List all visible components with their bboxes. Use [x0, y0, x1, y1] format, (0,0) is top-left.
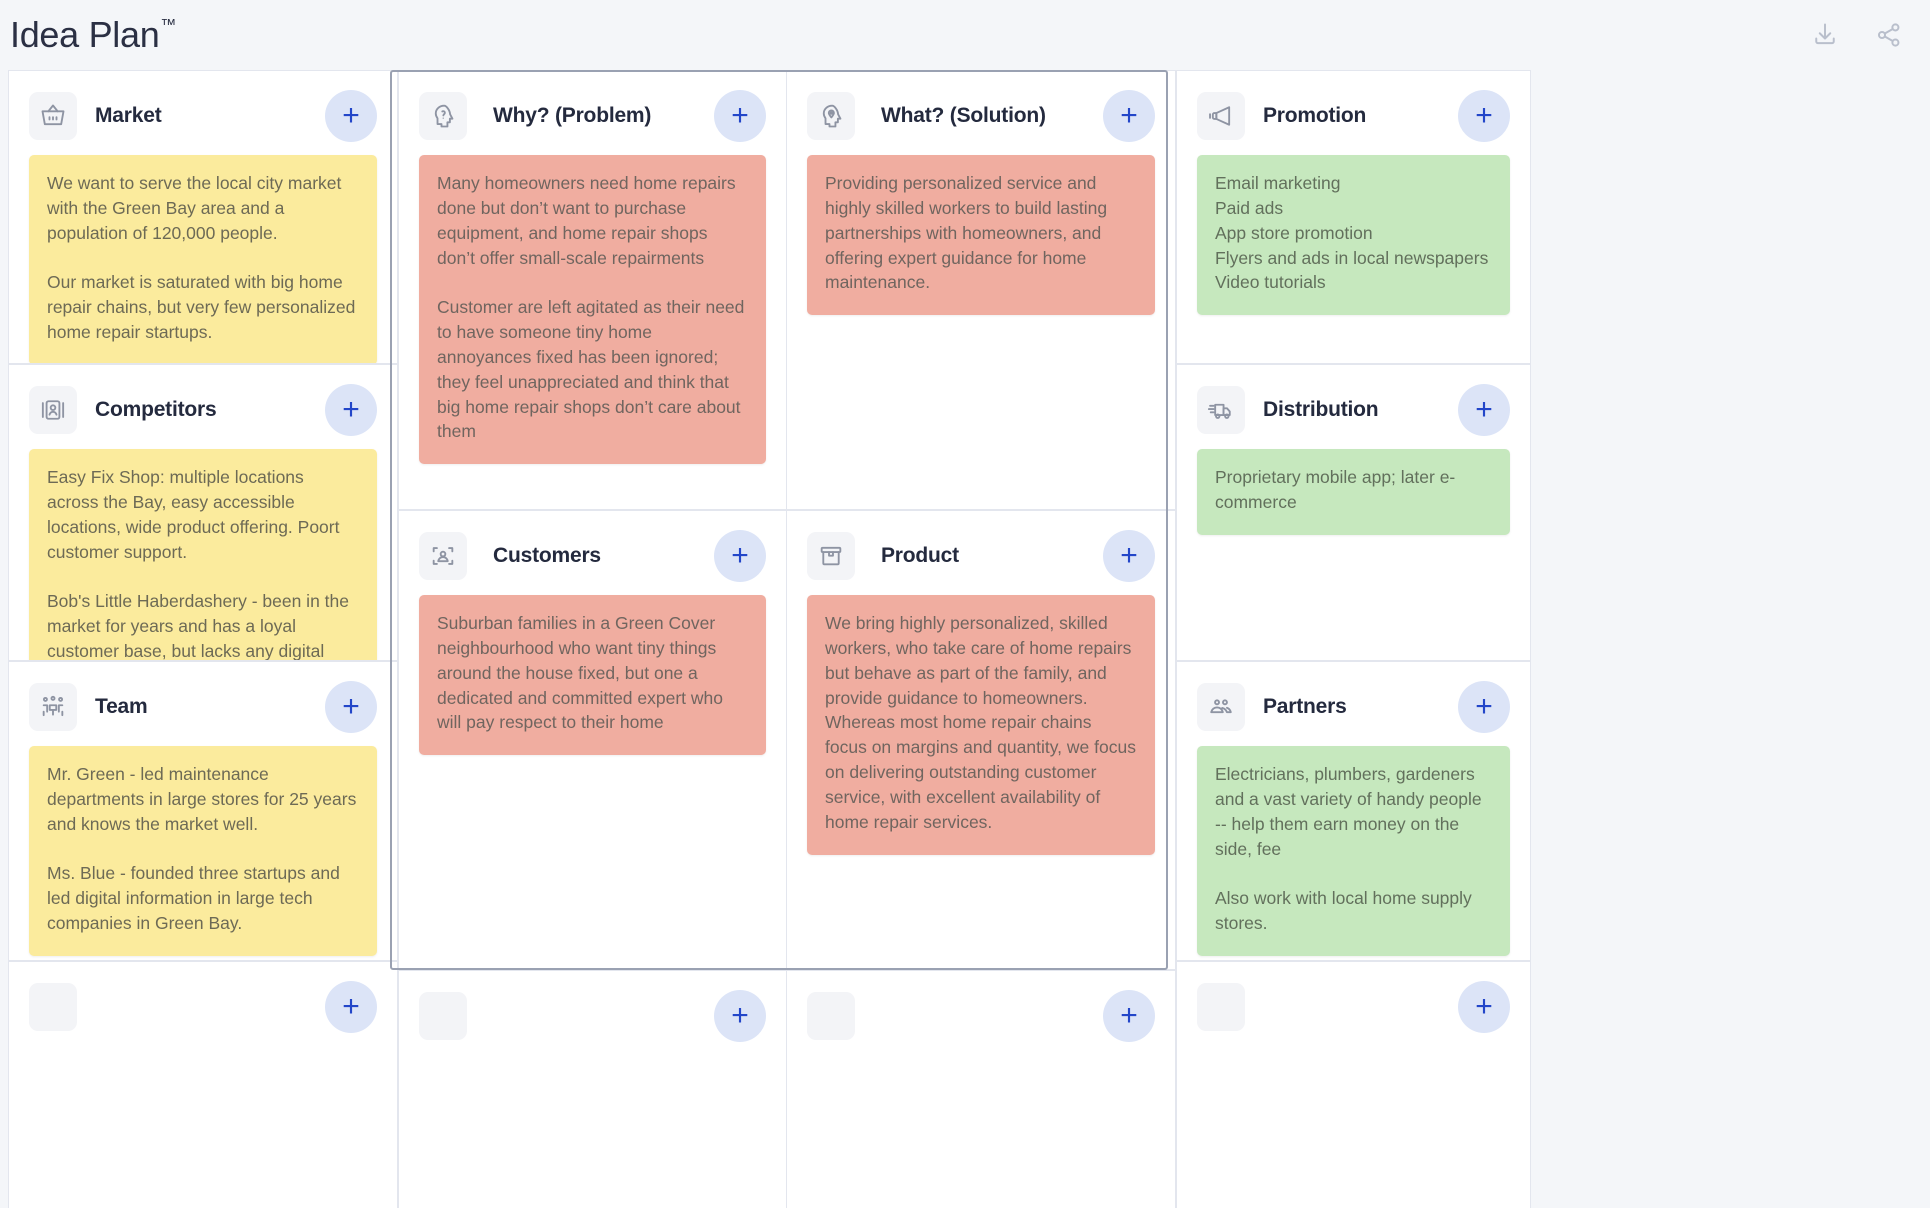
card-header: + — [807, 989, 1155, 1043]
column-go-to-market: Promotion + Email marketing Paid ads App… — [1176, 70, 1531, 1208]
card-partners[interactable]: Partners + Electricians, plumbers, garde… — [1176, 661, 1531, 961]
card-header: Product + — [807, 529, 1155, 583]
card-next-row-partial[interactable]: + — [1176, 961, 1531, 1208]
add-note-button[interactable]: + — [1103, 530, 1155, 582]
card-title: Team — [95, 695, 148, 718]
placeholder-icon — [29, 983, 77, 1031]
card-header: Promotion + — [1197, 89, 1510, 143]
download-icon[interactable] — [1810, 20, 1840, 50]
note-why-problem[interactable]: Many homeowners need home repairs done b… — [419, 155, 766, 465]
add-note-button[interactable]: + — [325, 681, 377, 733]
column-market: Market + We want to serve the local city… — [8, 70, 398, 1208]
card-header: + — [1197, 980, 1510, 1034]
add-note-button[interactable]: + — [325, 981, 377, 1033]
note-team[interactable]: Mr. Green - led maintenance departments … — [29, 746, 377, 956]
note-promotion[interactable]: Email marketing Paid ads App store promo… — [1197, 155, 1510, 316]
head-idea-icon — [807, 92, 855, 140]
note-competitors[interactable]: Easy Fix Shop: multiple locations across… — [29, 449, 377, 660]
card-title: Market — [95, 104, 162, 127]
add-note-button[interactable]: + — [714, 90, 766, 142]
card-product[interactable]: Product + We bring highly personalized, … — [786, 510, 1176, 970]
card-header: Market + — [29, 89, 377, 143]
add-note-button[interactable]: + — [325, 90, 377, 142]
card-next-row-partial[interactable]: + — [8, 961, 398, 1208]
note-customers[interactable]: Suburban families in a Green Cover neigh… — [419, 595, 766, 756]
note-product[interactable]: We bring highly personalized, skilled wo… — [807, 595, 1155, 855]
add-note-button[interactable]: + — [1458, 90, 1510, 142]
card-customers[interactable]: Customers + Suburban families in a Green… — [398, 510, 786, 970]
contact-card-icon — [29, 386, 77, 434]
header-actions — [1810, 20, 1904, 50]
add-note-button[interactable]: + — [325, 384, 377, 436]
note-market[interactable]: We want to serve the local city market w… — [29, 155, 377, 363]
card-header: Why? (Problem) + — [419, 89, 766, 143]
card-what-solution[interactable]: What? (Solution) + Providing personalize… — [786, 70, 1176, 510]
card-header: Competitors + — [29, 383, 377, 437]
customer-focus-icon — [419, 532, 467, 580]
head-question-icon — [419, 92, 467, 140]
card-title: Customers — [493, 544, 601, 567]
trademark-symbol: ™ — [160, 17, 177, 34]
card-title: Product — [881, 544, 959, 567]
partners-icon — [1197, 683, 1245, 731]
megaphone-icon — [1197, 92, 1245, 140]
box-icon — [807, 532, 855, 580]
column-why: Why? (Problem) + Many homeowners need ho… — [398, 70, 786, 1208]
add-note-button[interactable]: + — [1103, 990, 1155, 1042]
page-title: Idea Plan ™ — [10, 14, 176, 56]
card-next-row-partial[interactable]: + — [786, 970, 1176, 1208]
card-header: Team + — [29, 680, 377, 734]
basket-icon — [29, 92, 77, 140]
column-what: What? (Solution) + Providing personalize… — [786, 70, 1176, 1208]
card-title: Why? (Problem) — [493, 104, 652, 127]
card-market[interactable]: Market + We want to serve the local city… — [8, 70, 398, 364]
add-note-button[interactable]: + — [714, 990, 766, 1042]
share-icon[interactable] — [1874, 20, 1904, 50]
idea-plan-board: Market + We want to serve the local city… — [0, 70, 1930, 1208]
card-next-row-partial[interactable]: + — [398, 970, 786, 1208]
placeholder-icon — [807, 992, 855, 1040]
card-header: + — [29, 980, 377, 1034]
app-header: Idea Plan ™ — [0, 0, 1930, 70]
card-title: Competitors — [95, 398, 217, 421]
card-title: Promotion — [1263, 104, 1367, 127]
add-note-button[interactable]: + — [714, 530, 766, 582]
note-distribution[interactable]: Proprietary mobile app; later e-commerce — [1197, 449, 1510, 535]
card-header: Distribution + — [1197, 383, 1510, 437]
card-team[interactable]: Team + Mr. Green - led maintenance depar… — [8, 661, 398, 961]
card-header: Customers + — [419, 529, 766, 583]
card-competitors[interactable]: Competitors + Easy Fix Shop: multiple lo… — [8, 364, 398, 661]
add-note-button[interactable]: + — [1458, 981, 1510, 1033]
card-title: Partners — [1263, 695, 1347, 718]
add-note-button[interactable]: + — [1458, 681, 1510, 733]
note-what-solution[interactable]: Providing personalized service and highl… — [807, 155, 1155, 316]
card-header: Partners + — [1197, 680, 1510, 734]
placeholder-icon — [419, 992, 467, 1040]
card-header: + — [419, 989, 766, 1043]
card-title: Distribution — [1263, 398, 1379, 421]
card-why-problem[interactable]: Why? (Problem) + Many homeowners need ho… — [398, 70, 786, 510]
card-promotion[interactable]: Promotion + Email marketing Paid ads App… — [1176, 70, 1531, 364]
page-title-text: Idea Plan — [10, 14, 160, 55]
placeholder-icon — [1197, 983, 1245, 1031]
team-icon — [29, 683, 77, 731]
card-distribution[interactable]: Distribution + Proprietary mobile app; l… — [1176, 364, 1531, 661]
card-title: What? (Solution) — [881, 104, 1046, 127]
add-note-button[interactable]: + — [1458, 384, 1510, 436]
truck-icon — [1197, 386, 1245, 434]
card-header: What? (Solution) + — [807, 89, 1155, 143]
add-note-button[interactable]: + — [1103, 90, 1155, 142]
note-partners[interactable]: Electricians, plumbers, gardeners and a … — [1197, 746, 1510, 956]
